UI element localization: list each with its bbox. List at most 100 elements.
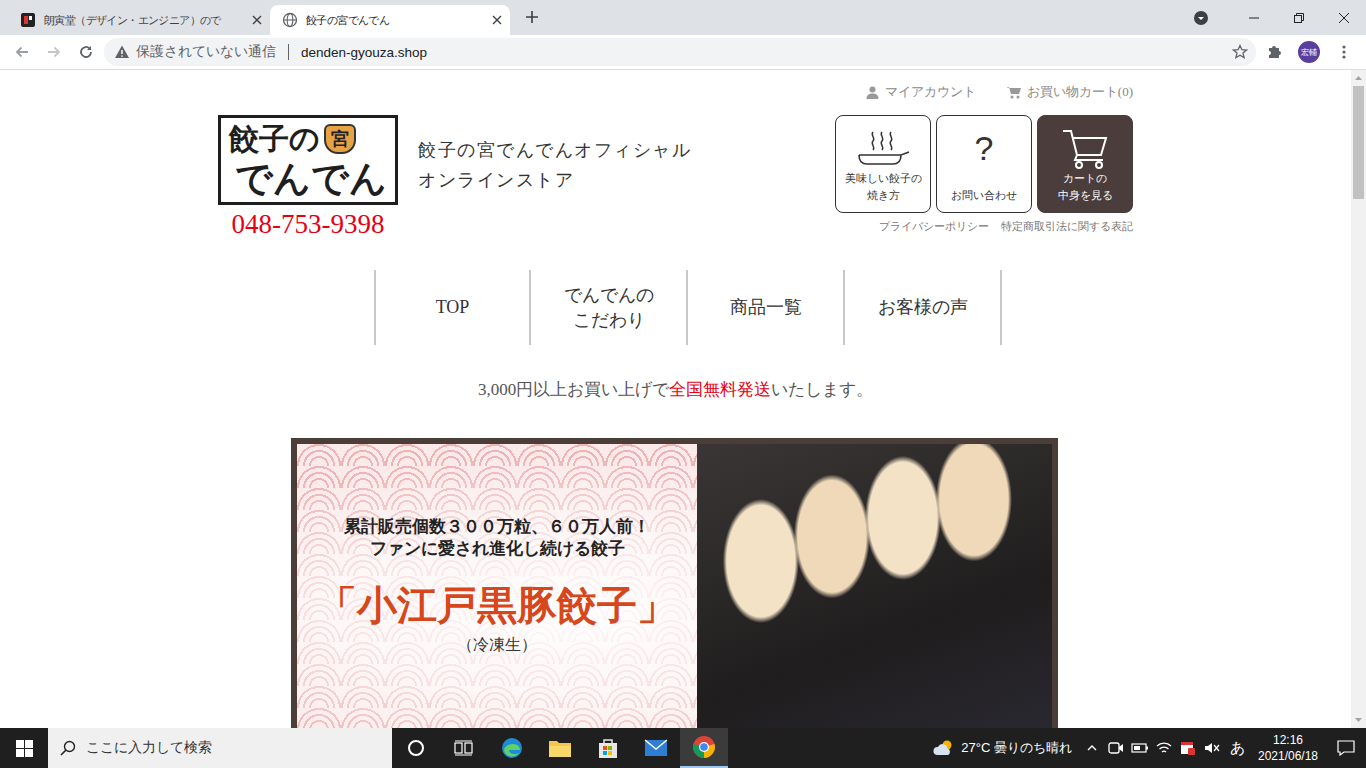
- main-nav: TOP でんでんのこだわり 商品一覧 お客様の声: [374, 270, 1133, 345]
- button-label[interactable]: カートの: [1058, 170, 1113, 187]
- title-line: 餃子の宮でんでんオフィシャル: [418, 135, 691, 165]
- policy-link[interactable]: 特定商取引法に関する表記: [1001, 219, 1133, 233]
- meet-now-icon[interactable]: [1104, 728, 1128, 768]
- link-text[interactable]: マイアカウント: [885, 83, 976, 101]
- clock-date[interactable]: 2021/06/18: [1250, 748, 1326, 764]
- wifi-icon[interactable]: [1152, 728, 1176, 768]
- mail-icon[interactable]: [632, 728, 680, 768]
- close-tab-icon[interactable]: [252, 15, 262, 25]
- tab-label[interactable]: 餃子の宮でんでん: [306, 13, 484, 28]
- scroll-thumb[interactable]: [1353, 86, 1364, 199]
- logo-text[interactable]: 餃子の: [229, 120, 320, 158]
- file-explorer-icon[interactable]: [536, 728, 584, 768]
- forward-icon[interactable]: [40, 38, 68, 66]
- nav-label[interactable]: こだわり: [573, 308, 645, 333]
- close-window-icon[interactable]: [1321, 0, 1366, 35]
- calendar-icon[interactable]: [1176, 728, 1200, 768]
- scroll-up-icon[interactable]: [1351, 70, 1366, 86]
- nav-item[interactable]: TOP: [374, 270, 531, 345]
- link-text[interactable]: お買い物カート(0): [1027, 83, 1133, 101]
- cart-link[interactable]: お買い物カート(0): [1006, 83, 1133, 101]
- menu-icon[interactable]: [1330, 38, 1358, 66]
- chrome-icon[interactable]: [680, 728, 728, 768]
- button-label[interactable]: お問い合わせ: [951, 187, 1017, 204]
- nav-label[interactable]: お客様の声: [878, 295, 968, 320]
- button-label[interactable]: 焼き方: [845, 187, 922, 204]
- address-bar[interactable]: 保護されていない通信 denden-gyouza.shop: [104, 38, 1256, 66]
- browser-tab[interactable]: 餃子の宮でんでん: [270, 5, 510, 35]
- weather-widget[interactable]: 27°C 曇りのち晴れ: [925, 739, 1080, 757]
- my-account-link[interactable]: マイアカウント: [866, 83, 976, 101]
- tray-chevron-icon[interactable]: [1080, 728, 1104, 768]
- bookmark-star-icon[interactable]: [1232, 44, 1248, 60]
- question-icon: ?: [975, 128, 994, 168]
- search-placeholder[interactable]: ここに入力して検索: [86, 739, 212, 757]
- account-links: マイアカウント お買い物カート(0): [218, 70, 1133, 101]
- shipping-highlight: 全国無料発送: [669, 380, 771, 399]
- nav-item[interactable]: でんでんのこだわり: [531, 270, 688, 345]
- logo-mark[interactable]: 宮: [324, 124, 356, 154]
- gyoza-photo: [697, 444, 1052, 728]
- nav-label[interactable]: 商品一覧: [730, 295, 802, 320]
- volume-muted-icon[interactable]: [1200, 728, 1224, 768]
- new-tab-icon[interactable]: [518, 3, 546, 31]
- site-logo[interactable]: 餃子の宮でんでん: [218, 115, 398, 205]
- close-tab-icon[interactable]: [492, 15, 502, 25]
- frying-pan-icon: [853, 128, 913, 168]
- taskbar: ここに入力して検索 27°C 曇りのち晴れ あ12:162021/06/18: [0, 728, 1366, 768]
- url-text[interactable]: denden-gyouza.shop: [301, 45, 1226, 60]
- weather-text[interactable]: 27°C 曇りのち晴れ: [961, 739, 1072, 757]
- minimize-icon[interactable]: [1231, 0, 1276, 35]
- security-label[interactable]: 保護されていない通信: [136, 43, 276, 61]
- notification-icon[interactable]: [1326, 728, 1366, 768]
- clock-time[interactable]: 12:16: [1250, 732, 1326, 748]
- cart-icon: [1061, 128, 1109, 170]
- reload-icon[interactable]: [72, 38, 100, 66]
- web-page: マイアカウント お買い物カート(0) 餃子の宮でんでん 048-753-9398 餃子の…: [0, 70, 1351, 728]
- browser-tab[interactable]: 朗寅堂（デザイン・エンジニア）ので: [8, 5, 270, 35]
- weather-cloud-icon: [933, 739, 955, 757]
- clock[interactable]: 12:162021/06/18: [1250, 732, 1326, 764]
- shipping-text: いたします。: [771, 380, 873, 399]
- windows-start-icon[interactable]: [0, 728, 48, 768]
- phone-number: 048-753-9398: [218, 209, 398, 239]
- cart-icon: [1006, 86, 1021, 99]
- extensions-icon[interactable]: [1260, 38, 1288, 66]
- site-favicon-icon: [20, 12, 36, 28]
- taskbar-search[interactable]: ここに入力して検索: [48, 728, 392, 768]
- restore-icon[interactable]: [1276, 0, 1321, 35]
- footer-links: プライバシーポリシー特定商取引法に関する表記: [879, 219, 1133, 233]
- nav-label[interactable]: でんでんの: [564, 283, 654, 308]
- person-icon: [866, 86, 879, 99]
- tab-bar: 朗寅堂（デザイン・エンジニア）ので 餃子の宮でんでん: [0, 0, 1366, 35]
- store-icon[interactable]: [584, 728, 632, 768]
- contact-button[interactable]: ? お問い合わせ: [936, 115, 1032, 213]
- scrollbar[interactable]: [1351, 70, 1366, 728]
- banner-note: （冷凍生）: [297, 634, 697, 656]
- logo-text[interactable]: でんでん: [229, 158, 387, 200]
- ime-indicator[interactable]: あ: [1224, 739, 1250, 758]
- task-view-icon[interactable]: [440, 728, 488, 768]
- cart-button[interactable]: カートの中身を見る: [1037, 115, 1133, 213]
- profile-avatar[interactable]: 宏輔: [1298, 41, 1320, 63]
- hero-banner[interactable]: 累計販売個数３００万粒、６０万人前！ファンに愛され進化し続ける餃子「小江戸黒豚餃…: [291, 438, 1058, 728]
- nav-item[interactable]: 商品一覧: [688, 270, 845, 345]
- nav-label[interactable]: TOP: [436, 295, 470, 320]
- nav-item[interactable]: お客様の声: [845, 270, 1002, 345]
- back-icon[interactable]: [8, 38, 36, 66]
- toolbar: 保護されていない通信 denden-gyouza.shop 宏輔: [0, 35, 1366, 70]
- button-label[interactable]: 中身を見る: [1058, 187, 1113, 204]
- howto-button[interactable]: 美味しい餃子の焼き方: [835, 115, 931, 213]
- scroll-down-icon[interactable]: [1351, 712, 1366, 728]
- tab-search-icon[interactable]: [1186, 0, 1216, 35]
- globe-icon: [282, 12, 298, 28]
- button-label[interactable]: 美味しい餃子の: [845, 170, 922, 187]
- site-header: 餃子の宮でんでん048-753-9398餃子の宮でんでんオフィシャルオンラインス…: [218, 115, 1133, 239]
- cortana-icon[interactable]: [392, 728, 440, 768]
- tab-label[interactable]: 朗寅堂（デザイン・エンジニア）ので: [44, 13, 244, 28]
- banner-line: 累計販売個数３００万粒、６０万人前！: [297, 516, 697, 538]
- edge-icon[interactable]: [488, 728, 536, 768]
- battery-icon[interactable]: [1128, 728, 1152, 768]
- policy-link[interactable]: プライバシーポリシー: [879, 219, 989, 233]
- warning-icon[interactable]: [114, 44, 130, 60]
